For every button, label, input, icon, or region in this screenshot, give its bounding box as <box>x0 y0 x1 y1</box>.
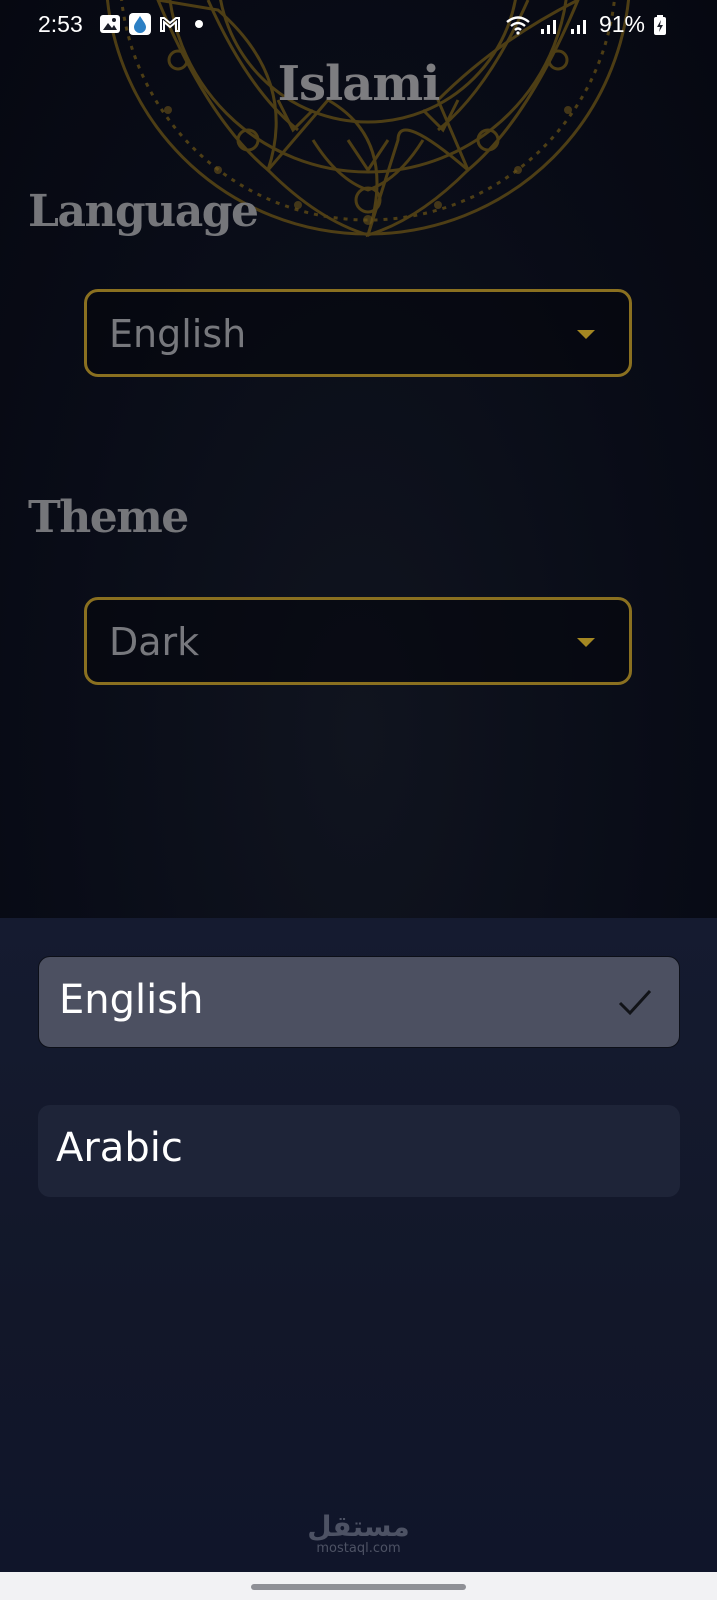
language-bottom-sheet: English Arabic <box>0 918 717 1572</box>
battery-charging-icon <box>654 14 666 35</box>
option-label: English <box>59 977 204 1023</box>
battery-percentage: 91% <box>598 11 645 37</box>
wifi-icon <box>506 15 530 35</box>
watermark-latin: mostaql.com <box>316 1541 401 1556</box>
language-heading: Language <box>28 186 259 237</box>
theme-heading: Theme <box>28 492 189 543</box>
notification-dot <box>195 20 203 28</box>
app-drop-icon <box>129 13 151 35</box>
gmail-icon <box>160 17 180 32</box>
watermark: مستقل mostaql.com <box>0 1512 717 1556</box>
system-icons: 91% <box>505 11 667 38</box>
notification-icons <box>99 13 203 35</box>
language-option-arabic[interactable]: Arabic <box>38 1105 680 1197</box>
caret-down-icon <box>577 330 595 339</box>
language-dropdown-value: English <box>109 312 247 356</box>
status-bar: 2:53 91% <box>0 0 717 50</box>
gallery-icon <box>100 15 120 33</box>
language-dropdown[interactable]: English <box>84 289 632 377</box>
language-option-english[interactable]: English <box>38 956 680 1048</box>
navigation-bar <box>0 1572 717 1600</box>
signal-icon <box>570 19 586 34</box>
home-gesture-handle[interactable] <box>251 1584 466 1590</box>
check-icon <box>618 989 652 1016</box>
watermark-arabic: مستقل <box>307 1510 410 1543</box>
signal-icon <box>540 19 556 34</box>
theme-dropdown-value: Dark <box>109 620 200 664</box>
caret-down-icon <box>577 638 595 647</box>
theme-dropdown[interactable]: Dark <box>84 597 632 685</box>
app-title: Islami <box>277 56 441 112</box>
status-time: 2:53 <box>38 11 83 37</box>
option-label: Arabic <box>56 1125 183 1171</box>
settings-screen: Islami Language English Theme Dark <box>0 0 717 918</box>
